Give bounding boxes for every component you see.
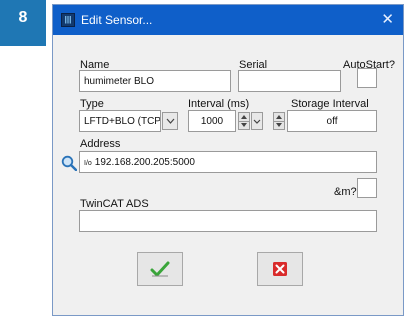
twincat-ads-field[interactable] xyxy=(79,210,377,232)
twincat-ads-label: TwinCAT ADS xyxy=(80,198,149,210)
m-checkbox[interactable] xyxy=(357,178,377,198)
search-icon[interactable] xyxy=(61,155,77,171)
storage-spinner[interactable] xyxy=(273,112,285,130)
chevron-down-icon xyxy=(166,118,174,124)
spin-down-icon[interactable] xyxy=(274,120,284,130)
storage-interval-label: Storage Interval xyxy=(291,98,369,110)
spin-up-icon[interactable] xyxy=(274,113,284,121)
cancel-x-icon xyxy=(273,262,287,276)
interval-dropdown-button[interactable] xyxy=(251,112,263,130)
window-title: Edit Sensor... xyxy=(81,13,153,27)
edit-sensor-dialog: ||| Edit Sensor... ✕ Name humimeter BLO … xyxy=(52,4,404,316)
serial-field[interactable] xyxy=(238,70,341,92)
checkmark-icon xyxy=(150,261,170,277)
title-bar[interactable]: ||| Edit Sensor... ✕ xyxy=(53,5,403,35)
interval-field[interactable]: 1000 xyxy=(188,110,236,132)
io-prefix: I/o xyxy=(84,160,92,167)
cancel-button[interactable] xyxy=(257,252,303,286)
interval-spinner[interactable] xyxy=(238,112,250,130)
spin-down-icon[interactable] xyxy=(239,120,249,130)
ok-button[interactable] xyxy=(137,252,183,286)
chevron-down-icon xyxy=(253,119,261,124)
step-number-badge: 8 xyxy=(0,0,46,46)
autostart-checkbox[interactable] xyxy=(357,68,377,88)
m-label: &m? xyxy=(334,186,357,198)
address-field[interactable]: I/o 192.168.200.205:5000 xyxy=(79,151,377,173)
type-dropdown-button[interactable] xyxy=(162,112,178,130)
name-field[interactable]: humimeter BLO xyxy=(79,70,231,92)
spin-up-icon[interactable] xyxy=(239,113,249,121)
interval-label: Interval (ms) xyxy=(188,98,250,110)
app-icon: ||| xyxy=(61,13,75,27)
storage-interval-field[interactable]: off xyxy=(287,110,377,132)
address-label: Address xyxy=(80,138,121,150)
type-select[interactable]: LFTD+BLO (TCP) xyxy=(79,110,161,132)
address-value: 192.168.200.205:5000 xyxy=(94,157,195,168)
type-label: Type xyxy=(80,98,104,110)
close-icon[interactable]: ✕ xyxy=(381,10,394,28)
